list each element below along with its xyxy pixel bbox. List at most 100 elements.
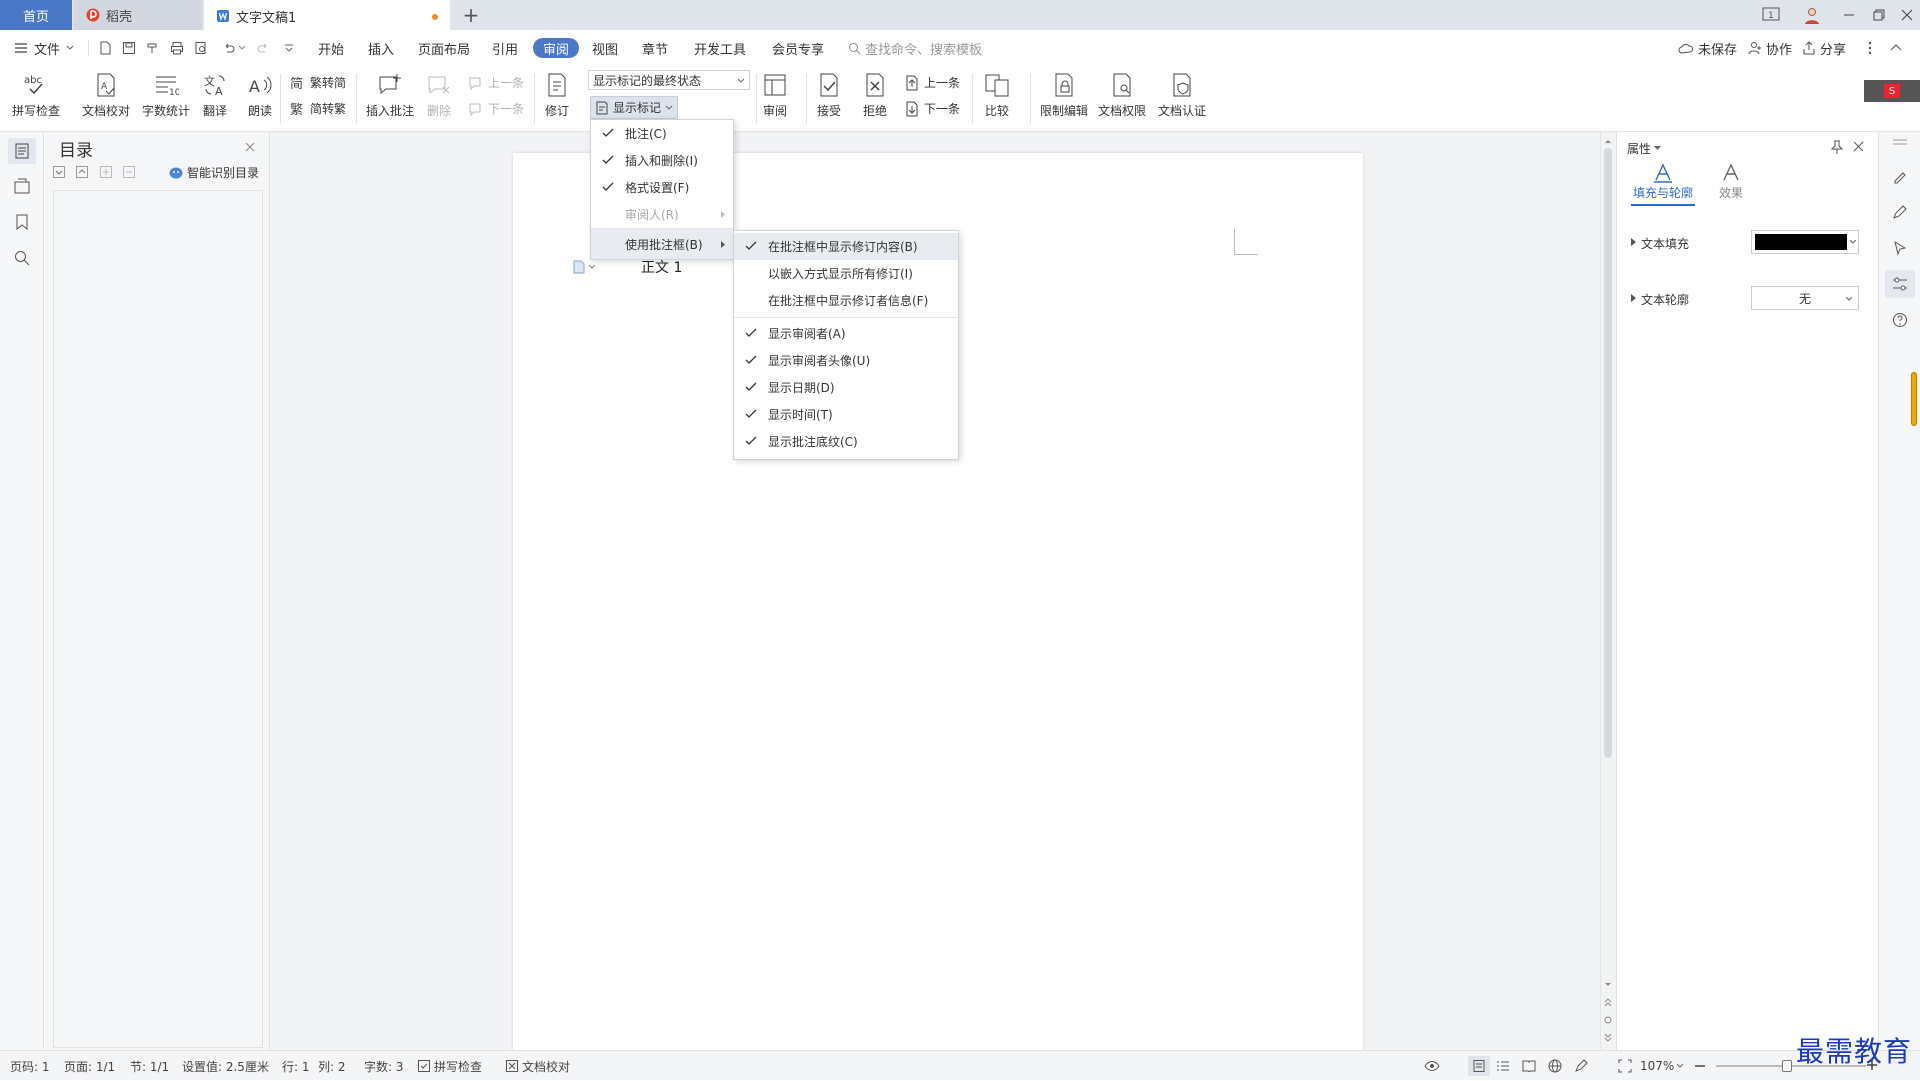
fit-page-icon[interactable] bbox=[1618, 1059, 1632, 1073]
tab-daoke[interactable]: 稻壳 bbox=[74, 0, 202, 30]
prev-comment-button[interactable]: 上一条 bbox=[468, 74, 524, 91]
submenu-item-show-reviewer[interactable]: 显示审阅者(A) bbox=[734, 320, 958, 347]
zoom-select[interactable]: 107% bbox=[1640, 1051, 1684, 1081]
restore-icon[interactable] bbox=[1872, 8, 1886, 22]
close-icon[interactable] bbox=[245, 142, 255, 152]
simp-to-trad-button[interactable]: 繁 简转繁 bbox=[290, 100, 346, 117]
submenu-item-inline-revisions[interactable]: 以嵌入方式显示所有修订(I) bbox=[734, 260, 958, 287]
chapter-nav-icon[interactable] bbox=[14, 178, 30, 194]
status-pages[interactable]: 页面: 1/1 bbox=[64, 1051, 115, 1081]
eye-protect-icon[interactable] bbox=[1424, 1060, 1440, 1072]
write-mode-icon[interactable] bbox=[1574, 1059, 1588, 1073]
submenu-item-reviewer-info-in-balloons[interactable]: 在批注框中显示修订者信息(F) bbox=[734, 287, 958, 314]
submenu-item-show-date[interactable]: 显示日期(D) bbox=[734, 374, 958, 401]
toc-nav-button[interactable] bbox=[8, 138, 36, 164]
properties-toggle-button[interactable] bbox=[1885, 270, 1915, 298]
collapse-all-icon[interactable] bbox=[76, 166, 88, 178]
window-layout-icon[interactable]: 1 bbox=[1762, 7, 1780, 23]
chevron-down-icon[interactable] bbox=[589, 265, 595, 269]
more-options-icon[interactable] bbox=[1868, 41, 1872, 55]
menu-member[interactable]: 会员专享 bbox=[772, 30, 824, 66]
minimize-icon[interactable] bbox=[1842, 8, 1856, 22]
status-setting[interactable]: 设置值: 2.5厘米 bbox=[182, 1051, 269, 1081]
add-heading-icon[interactable] bbox=[100, 166, 112, 178]
zoom-slider-thumb[interactable] bbox=[1782, 1060, 1792, 1072]
properties-title[interactable]: 属性 bbox=[1627, 140, 1662, 157]
show-markup-button[interactable]: 显示标记 bbox=[590, 96, 679, 119]
zoom-out-icon[interactable] bbox=[1694, 1061, 1706, 1071]
delete-comment-button[interactable]: 删除 bbox=[424, 70, 454, 119]
word-count-button[interactable]: 10 字数统计 bbox=[142, 70, 190, 119]
doc-proof-button[interactable]: A 文档校对 bbox=[82, 70, 130, 119]
reading-view-icon[interactable] bbox=[1522, 1060, 1536, 1072]
menu-developer[interactable]: 开发工具 bbox=[694, 30, 746, 66]
print-preview-icon[interactable] bbox=[194, 41, 208, 55]
print-icon[interactable] bbox=[170, 41, 184, 55]
find-icon[interactable] bbox=[14, 250, 30, 266]
doc-permission-button[interactable]: 文档权限 bbox=[1098, 70, 1146, 119]
status-page-num[interactable]: 页码: 1 bbox=[10, 1051, 50, 1081]
status-row[interactable]: 行: 1 bbox=[282, 1051, 310, 1081]
undo-chevron-icon[interactable] bbox=[238, 45, 246, 51]
paragraph-style-icon[interactable] bbox=[572, 260, 586, 274]
new-tab-button[interactable]: + bbox=[454, 0, 488, 30]
scroll-down-icon[interactable] bbox=[1604, 982, 1612, 988]
menu-page-layout[interactable]: 页面布局 bbox=[418, 30, 470, 66]
smart-toc-button[interactable]: 智能识别目录 bbox=[169, 164, 259, 181]
close-window-icon[interactable] bbox=[1900, 8, 1914, 22]
compare-button[interactable]: 比较 bbox=[982, 70, 1012, 119]
read-aloud-button[interactable]: A 朗读 bbox=[245, 70, 275, 119]
panel-grip-icon[interactable] bbox=[1892, 138, 1908, 146]
accept-button[interactable]: 接受 bbox=[814, 70, 844, 119]
select-cursor-icon[interactable] bbox=[1892, 240, 1908, 256]
unsaved-status[interactable]: 未保存 bbox=[1678, 30, 1737, 66]
tab-fill-outline[interactable]: 填充与轮廓 bbox=[1631, 162, 1695, 206]
menu-item-comments[interactable]: 批注(C) bbox=[591, 120, 733, 147]
page-view-button[interactable] bbox=[1468, 1056, 1490, 1076]
web-view-icon[interactable] bbox=[1548, 1059, 1562, 1073]
tab-home[interactable]: 首页 bbox=[0, 0, 72, 30]
translate-button[interactable]: 文A 翻译 bbox=[200, 70, 230, 119]
bookmark-icon[interactable] bbox=[15, 214, 29, 230]
menu-chapter[interactable]: 章节 bbox=[642, 30, 668, 66]
text-fill-color-picker[interactable] bbox=[1751, 230, 1859, 254]
submenu-item-show-time[interactable]: 显示时间(T) bbox=[734, 401, 958, 428]
menu-item-use-balloons[interactable]: 使用批注框(B) bbox=[591, 229, 733, 259]
menu-item-insertions-deletions[interactable]: 插入和删除(I) bbox=[591, 147, 733, 174]
track-changes-button[interactable]: 修订 bbox=[542, 70, 572, 119]
menu-review[interactable]: 审阅 bbox=[533, 38, 580, 58]
insert-comment-button[interactable]: 插入批注 bbox=[366, 70, 414, 119]
command-search[interactable]: 查找命令、搜索模板 bbox=[848, 30, 982, 66]
user-avatar-icon[interactable] bbox=[1802, 5, 1822, 25]
trad-to-simp-button[interactable]: 简 繁转简 bbox=[290, 74, 346, 91]
tab-effect[interactable]: 效果 bbox=[1709, 162, 1753, 201]
scroll-up-icon[interactable] bbox=[1604, 138, 1612, 144]
status-spell-check[interactable]: 拼写检查 bbox=[418, 1051, 482, 1081]
pen-icon[interactable] bbox=[1892, 204, 1908, 220]
status-section[interactable]: 节: 1/1 bbox=[130, 1051, 169, 1081]
scroll-thumb[interactable] bbox=[1604, 148, 1612, 758]
markup-state-select[interactable]: 显示标记的最终状态 bbox=[588, 70, 750, 90]
menu-item-reviewers[interactable]: 审阅人(R) bbox=[591, 201, 733, 228]
next-comment-button[interactable]: 下一条 bbox=[468, 100, 524, 117]
spell-check-button[interactable]: abc 拼写检查 bbox=[12, 70, 60, 119]
expand-all-icon[interactable] bbox=[53, 166, 65, 178]
submenu-item-show-reviewer-avatar[interactable]: 显示审阅者头像(U) bbox=[734, 347, 958, 374]
menu-insert[interactable]: 插入 bbox=[368, 30, 394, 66]
menu-references[interactable]: 引用 bbox=[492, 30, 518, 66]
reject-button[interactable]: 拒绝 bbox=[860, 70, 890, 119]
status-col[interactable]: 列: 2 bbox=[318, 1051, 346, 1081]
redo-icon[interactable] bbox=[256, 41, 270, 55]
review-pane-button[interactable]: 审阅 bbox=[760, 70, 790, 119]
side-scroll-handle[interactable] bbox=[1911, 372, 1917, 426]
menu-start[interactable]: 开始 bbox=[318, 30, 344, 66]
undo-icon[interactable] bbox=[222, 41, 236, 55]
file-menu[interactable]: 文件 bbox=[14, 30, 74, 66]
customize-quick-access-icon[interactable] bbox=[284, 43, 294, 53]
submenu-item-show-revisions-in-balloons[interactable]: 在批注框中显示修订内容(B) bbox=[734, 233, 958, 260]
submenu-item-show-comment-shading[interactable]: 显示批注底纹(C) bbox=[734, 428, 958, 455]
save-icon[interactable] bbox=[122, 41, 136, 55]
expand-arrow-icon[interactable] bbox=[1631, 238, 1637, 246]
text-outline-select[interactable]: 无 bbox=[1751, 286, 1859, 310]
remove-heading-icon[interactable] bbox=[123, 166, 135, 178]
